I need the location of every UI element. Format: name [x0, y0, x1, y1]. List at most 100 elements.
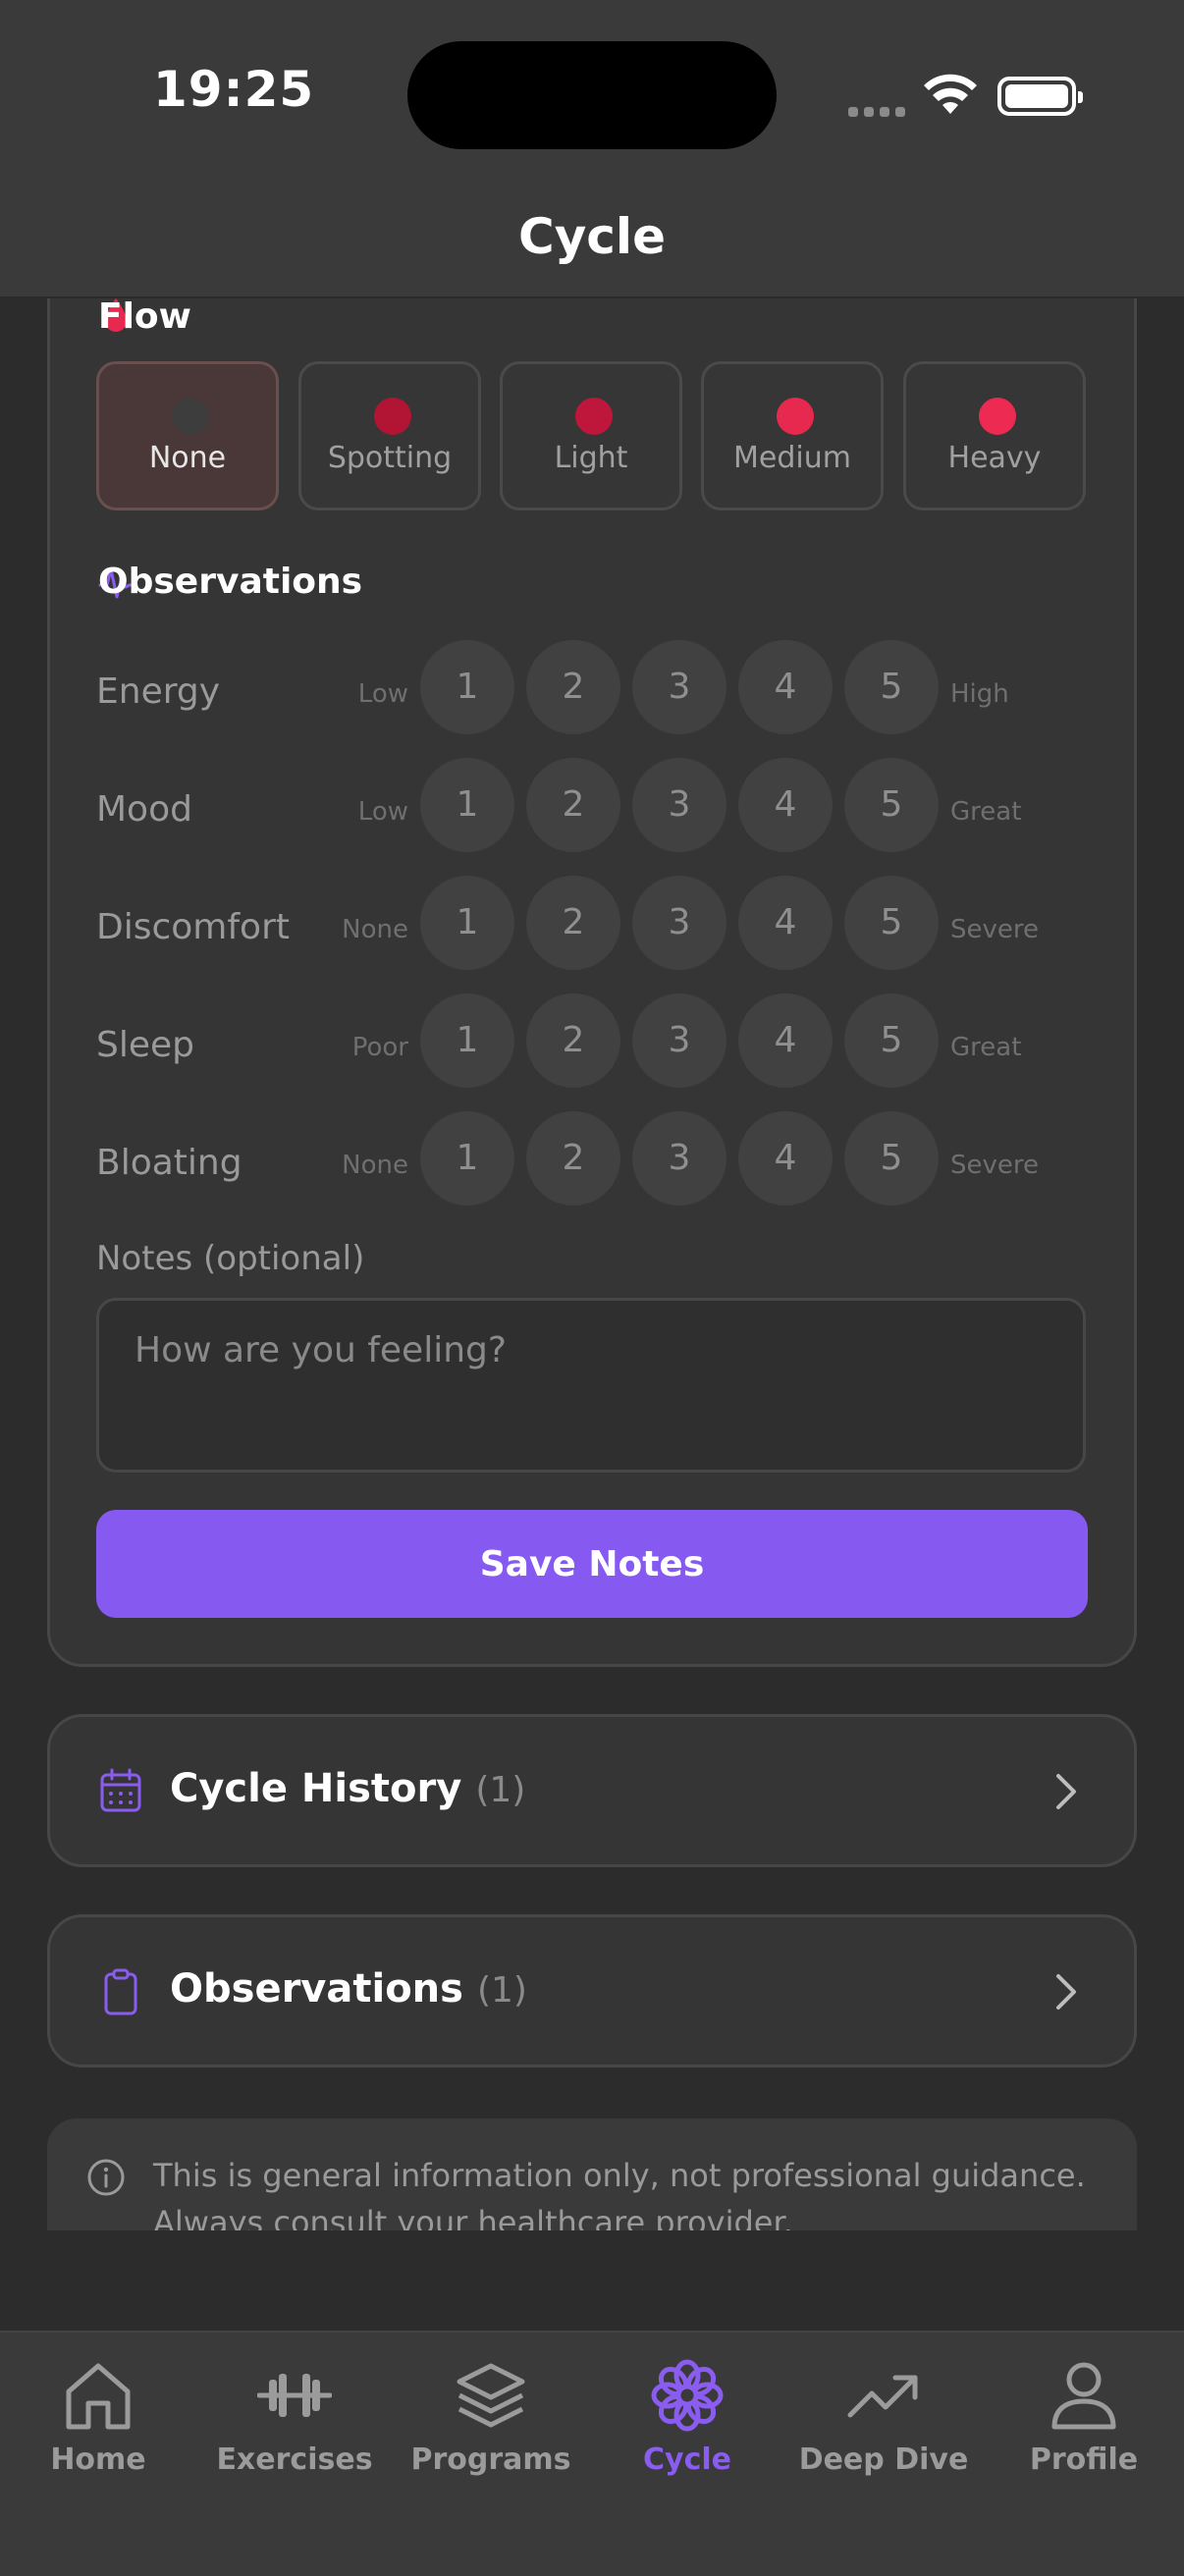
observations-link-label: Observations: [170, 1966, 463, 2012]
dynamic-island: [407, 41, 777, 149]
info-icon: [87, 2159, 125, 2196]
rating-4[interactable]: 4: [738, 758, 833, 852]
disclaimer-box: This is general information only, not pr…: [47, 2119, 1137, 2230]
rating-3[interactable]: 3: [632, 640, 727, 734]
observation-name: Energy: [96, 671, 221, 712]
rating-3[interactable]: 3: [632, 1111, 727, 1206]
trending-up-icon: [847, 2375, 918, 2418]
rating-3[interactable]: 3: [632, 993, 727, 1088]
rating-4[interactable]: 4: [738, 993, 833, 1088]
rating-4[interactable]: 4: [738, 640, 833, 734]
rating-2[interactable]: 2: [526, 640, 620, 734]
tab-programs[interactable]: Programs: [393, 2358, 589, 2505]
observation-name: Mood: [96, 789, 192, 830]
flower-icon: [651, 2359, 724, 2432]
rating-5[interactable]: 5: [844, 640, 939, 734]
cycle-history-card[interactable]: Cycle History (1): [47, 1714, 1137, 1867]
rating-1[interactable]: 1: [420, 1111, 514, 1206]
scale-low-label: Poor: [351, 1033, 408, 1062]
scale-high-label: Great: [950, 1033, 1022, 1062]
dumbbell-icon: [257, 2374, 332, 2417]
tab-label: Programs: [410, 2442, 571, 2477]
wifi-icon: [924, 74, 977, 114]
flow-dot: [777, 398, 814, 435]
battery-icon: [997, 77, 1083, 116]
scroll-content[interactable]: Flow None Spotting Light Medium Heavy Ob…: [0, 296, 1184, 2230]
rating-5[interactable]: 5: [844, 758, 939, 852]
tab-label: Profile: [1029, 2442, 1139, 2477]
scale-high-label: High: [950, 679, 1009, 709]
flow-dot: [575, 398, 613, 435]
observations-card[interactable]: Observations (1): [47, 1914, 1137, 2067]
observations-heading: Observations: [98, 562, 363, 602]
scale-high-label: Severe: [950, 915, 1039, 944]
calendar-icon: [100, 1768, 141, 1812]
rating-2[interactable]: 2: [526, 993, 620, 1088]
flow-heading: Flow: [98, 296, 191, 337]
save-notes-button[interactable]: Save Notes: [96, 1510, 1088, 1618]
tab-cycle[interactable]: Cycle: [589, 2358, 785, 2505]
flow-option-medium[interactable]: Medium: [701, 361, 884, 510]
notes-label: Notes (optional): [96, 1239, 365, 1278]
chevron-right-icon: [1056, 1974, 1076, 2010]
flow-option-heavy[interactable]: Heavy: [903, 361, 1086, 510]
observation-row-bloating: Bloating None 1 2 3 4 5 Severe: [0, 1111, 1184, 1219]
notes-input[interactable]: [96, 1298, 1086, 1473]
cycle-history-count: (1): [475, 1770, 526, 1810]
user-icon: [1051, 2362, 1116, 2430]
rating-1[interactable]: 1: [420, 640, 514, 734]
observation-row-energy: Energy Low 1 2 3 4 5 High: [0, 640, 1184, 748]
tab-deep-dive[interactable]: Deep Dive: [785, 2358, 982, 2505]
flow-option-label: Light: [554, 441, 628, 475]
rating-2[interactable]: 2: [526, 876, 620, 970]
observations-count: (1): [476, 1970, 527, 2011]
flow-option-light[interactable]: Light: [500, 361, 682, 510]
observation-row-mood: Mood Low 1 2 3 4 5 Great: [0, 758, 1184, 866]
rating-2[interactable]: 2: [526, 758, 620, 852]
rating-4[interactable]: 4: [738, 876, 833, 970]
flow-option-label: None: [148, 441, 227, 475]
page-title: Cycle: [518, 208, 666, 265]
layers-icon: [457, 2363, 525, 2428]
flow-option-label: Medium: [733, 441, 851, 475]
observation-row-discomfort: Discomfort None 1 2 3 4 5 Severe: [0, 876, 1184, 984]
tab-label: Deep Dive: [798, 2442, 969, 2477]
rating-5[interactable]: 5: [844, 876, 939, 970]
rating-5[interactable]: 5: [844, 1111, 939, 1206]
flow-option-label: Spotting: [327, 441, 453, 475]
scale-low-label: Low: [357, 679, 408, 709]
scale-high-label: Severe: [950, 1151, 1039, 1180]
cellular-signal-icon: [848, 102, 911, 121]
scale-low-label: Low: [357, 797, 408, 827]
home-icon: [66, 2363, 131, 2430]
scale-low-label: None: [342, 915, 408, 944]
status-time: 19:25: [153, 61, 315, 118]
disclaimer-text: This is general information only, not pr…: [153, 2157, 1086, 2230]
scale-low-label: None: [342, 1151, 408, 1180]
flow-option-label: Heavy: [947, 441, 1042, 475]
rating-3[interactable]: 3: [632, 758, 727, 852]
tab-profile[interactable]: Profile: [986, 2358, 1182, 2505]
scale-high-label: Great: [950, 797, 1022, 827]
rating-1[interactable]: 1: [420, 993, 514, 1088]
flow-dot: [374, 398, 411, 435]
rating-1[interactable]: 1: [420, 876, 514, 970]
rating-1[interactable]: 1: [420, 758, 514, 852]
tab-exercises[interactable]: Exercises: [196, 2358, 393, 2505]
cycle-history-label: Cycle History: [170, 1766, 462, 1811]
rating-2[interactable]: 2: [526, 1111, 620, 1206]
tab-label: Exercises: [216, 2442, 373, 2477]
cycle-history-title: Cycle History (1): [170, 1766, 525, 1811]
rating-4[interactable]: 4: [738, 1111, 833, 1206]
flow-option-none[interactable]: None: [96, 361, 279, 510]
flow-option-spotting[interactable]: Spotting: [298, 361, 481, 510]
chevron-right-icon: [1056, 1774, 1076, 1809]
header: 19:25 Cycle: [0, 0, 1184, 298]
tab-label: Cycle: [643, 2442, 731, 2477]
tab-home[interactable]: Home: [0, 2358, 196, 2505]
observation-name: Bloating: [96, 1143, 242, 1183]
rating-3[interactable]: 3: [632, 876, 727, 970]
rating-5[interactable]: 5: [844, 993, 939, 1088]
observation-name: Sleep: [96, 1025, 195, 1065]
tab-bar: Home Exercises Programs Cycle Deep Dive …: [0, 2331, 1184, 2576]
